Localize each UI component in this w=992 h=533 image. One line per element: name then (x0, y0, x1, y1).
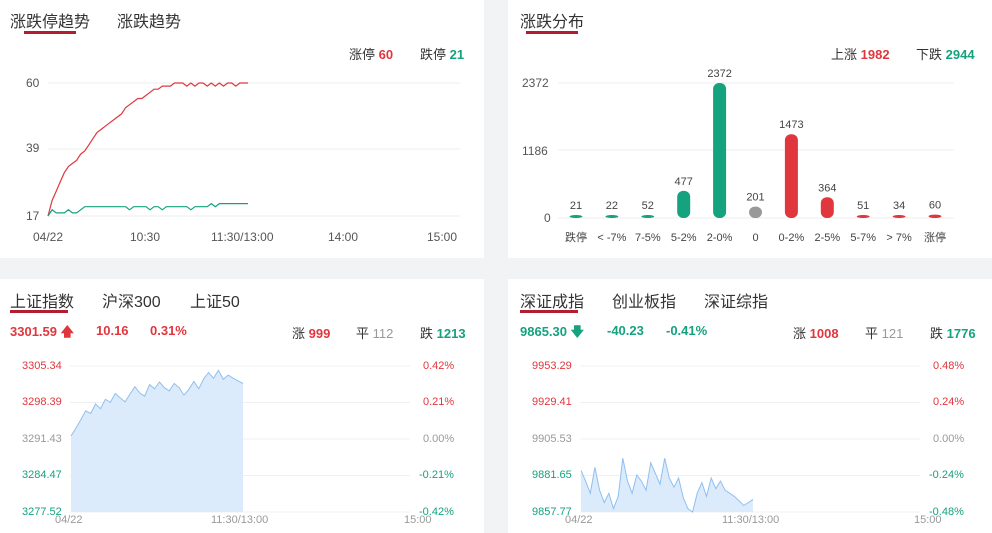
limit-trend-chart (47, 82, 460, 217)
sz-index-panel: 深证成指 创业板指 深证综指 9865.30 🡇 -40.23 -0.41% 涨… (508, 279, 992, 533)
bar-category-label: 5-2% (671, 232, 697, 244)
bar-value-label: 201 (746, 192, 764, 204)
distribution-bar (928, 214, 942, 218)
sh-intraday-chart (70, 365, 410, 513)
distribution-bar (856, 215, 870, 218)
bar-value-label: 21 (570, 200, 582, 212)
bar-value-label: 34 (893, 200, 905, 212)
distribution-bar (641, 215, 655, 218)
bar-value-label: 2372 (707, 68, 731, 80)
limit-down-line (47, 202, 248, 217)
bar-category-label: 0-2% (779, 232, 805, 244)
distribution-bar (713, 83, 727, 218)
distribution-bar (784, 134, 798, 218)
bar-value-label: 51 (857, 200, 869, 212)
bar-category-label: 跌停 (565, 230, 587, 244)
bar-category-label: 涨停 (924, 230, 946, 244)
bar-category-label: < -7% (597, 232, 626, 244)
limit-trend-panel: 涨跌停趋势 涨跌趋势 涨停 60 跌停 21 60 39 17 04/22 10… (0, 0, 484, 258)
bar-value-label: 477 (675, 176, 693, 188)
bar-category-label: 2-0% (707, 232, 733, 244)
distribution-chart: 21 跌停 22 < -7% 52 7-5% 477 5-2% 2372 2-0% 201 0 1473… (558, 68, 954, 244)
bar-category-label: 5-7% (850, 232, 876, 244)
sh-index-panel: 上证指数 沪深300 上证50 3301.59 🡅 10.16 0.31% 涨 … (0, 279, 484, 533)
bar-value-label: 1473 (779, 119, 803, 131)
bar-value-label: 60 (929, 200, 941, 212)
distribution-bar (749, 206, 762, 218)
distribution-bar (892, 215, 906, 218)
distribution-panel: 涨跌分布 上涨 1982 下跌 2944 2372 1186 0 21 跌停 22 <… (508, 0, 992, 258)
bar-category-label: 2-5% (814, 232, 840, 244)
distribution-bar (677, 190, 691, 218)
bar-category-label: 0 (752, 232, 758, 244)
distribution-bar (605, 215, 619, 218)
distribution-bar (820, 197, 834, 218)
bar-value-label: 52 (642, 200, 654, 212)
bar-category-label: > 7% (886, 232, 912, 244)
bar-value-label: 22 (606, 200, 618, 212)
bar-category-label: 7-5% (635, 232, 661, 244)
distribution-bar (569, 215, 583, 218)
index-area-fill (71, 370, 243, 512)
sz-intraday-chart (580, 365, 920, 513)
bar-value-label: 364 (818, 182, 836, 194)
